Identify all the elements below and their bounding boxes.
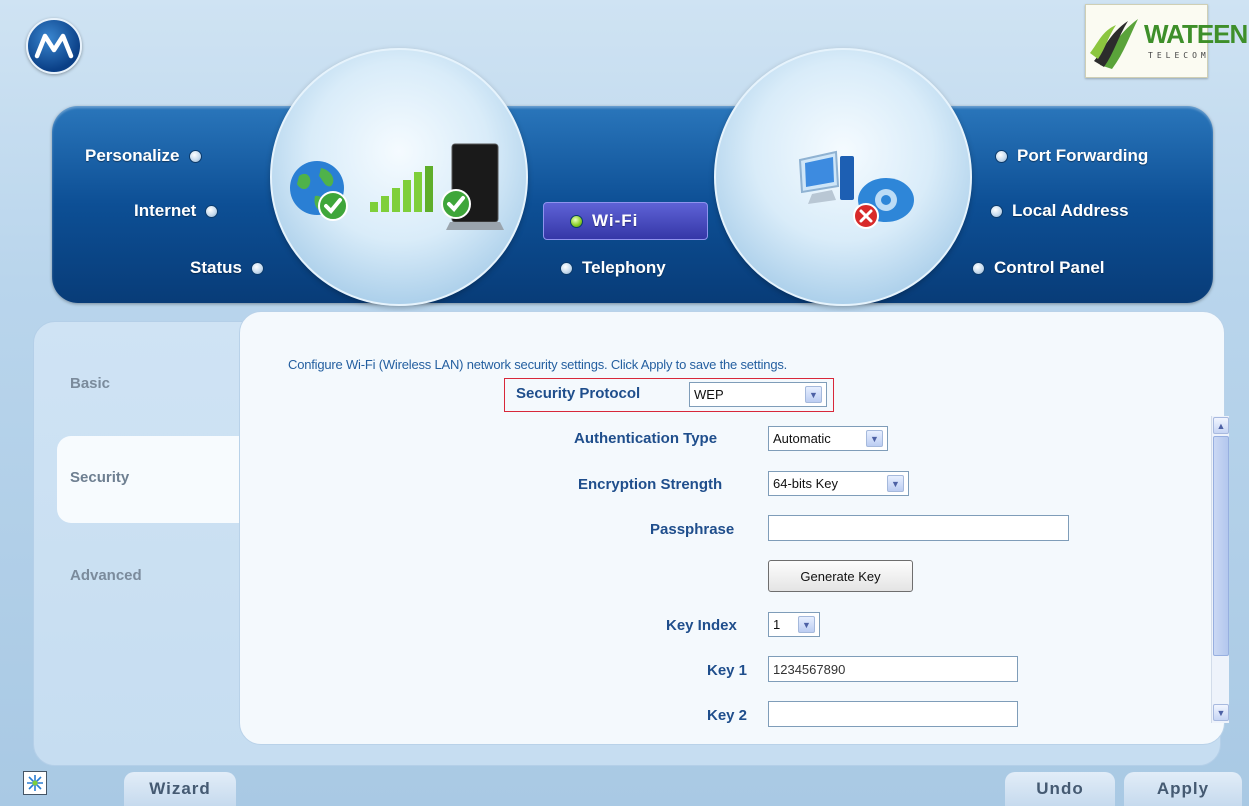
passphrase-input[interactable] <box>768 515 1069 541</box>
signal-strength-icon <box>370 166 433 212</box>
phone-error-icon <box>853 178 914 229</box>
key-index-label: Key Index <box>666 617 737 634</box>
nav-control-panel-label: Control Panel <box>994 258 1105 277</box>
nav-control-panel[interactable]: Control Panel <box>972 258 1105 278</box>
modem-check-icon <box>441 143 504 230</box>
globe-check-icon <box>290 161 348 221</box>
auth-type-value: Automatic <box>773 431 831 446</box>
key-index-value: 1 <box>773 617 781 632</box>
motorola-logo <box>26 18 82 74</box>
nav-dot-icon <box>188 149 202 163</box>
nav-port-forwarding-label: Port Forwarding <box>1017 146 1149 165</box>
brand-subtitle: TELECOM <box>1148 51 1210 60</box>
nav-personalize-label: Personalize <box>85 146 180 165</box>
chevron-down-icon: ▼ <box>866 430 883 447</box>
key2-input[interactable] <box>768 701 1018 727</box>
nav-status-label: Status <box>190 258 242 277</box>
nav-internet-label: Internet <box>134 201 197 220</box>
nav-personalize[interactable]: Personalize <box>85 146 202 166</box>
nav-dot-icon <box>250 261 264 275</box>
tab-security[interactable]: Security <box>57 436 257 523</box>
chevron-down-icon: ▼ <box>887 475 904 492</box>
nav-dot-icon <box>972 261 985 275</box>
nav-port-forwarding[interactable]: Port Forwarding <box>995 146 1148 166</box>
scrollbar-thumb[interactable] <box>1213 436 1229 656</box>
brand-name: WATEEN <box>1144 19 1248 49</box>
snowflake-icon[interactable] <box>23 771 47 795</box>
generate-key-button[interactable]: Generate Key <box>768 560 913 592</box>
nav-local-address[interactable]: Local Address <box>990 201 1129 221</box>
chevron-down-icon: ▼ <box>798 616 815 633</box>
tab-advanced[interactable]: Advanced <box>70 567 142 584</box>
nav-dot-icon <box>990 204 1003 218</box>
key1-label: Key 1 <box>707 662 748 679</box>
nav-status[interactable]: Status <box>190 258 264 278</box>
nav-dot-icon <box>560 261 573 275</box>
wateen-telecom-logo: WATEEN TELECOM <box>1085 4 1248 78</box>
wizard-button[interactable]: Wizard <box>124 772 236 806</box>
key-index-select[interactable]: 1 ▼ <box>768 612 820 637</box>
scroll-up-icon[interactable]: ▲ <box>1213 417 1229 434</box>
nav-telephony-label: Telephony <box>582 258 666 277</box>
undo-button[interactable]: Undo <box>1005 772 1115 806</box>
key1-input[interactable]: 1234567890 <box>768 656 1018 682</box>
vertical-scrollbar[interactable]: ▲ ▼ <box>1211 416 1229 723</box>
auth-type-label: Authentication Type <box>574 430 718 447</box>
encryption-strength-select[interactable]: 64-bits Key ▼ <box>768 471 909 496</box>
nav-dot-icon <box>205 204 219 218</box>
encryption-strength-value: 64-bits Key <box>773 476 839 491</box>
intro-text: Configure Wi-Fi (Wireless LAN) network s… <box>288 357 788 372</box>
nav-internet[interactable]: Internet <box>134 201 219 221</box>
nav-active-dot-icon <box>570 214 583 228</box>
security-protocol-select[interactable]: WEP ▼ <box>689 382 827 407</box>
scroll-down-icon[interactable]: ▼ <box>1213 704 1229 721</box>
apply-button[interactable]: Apply <box>1124 772 1242 806</box>
nav-telephony[interactable]: Telephony <box>560 258 666 278</box>
nav-local-address-label: Local Address <box>1012 201 1129 220</box>
security-protocol-label: Security Protocol <box>516 385 641 402</box>
security-protocol-value: WEP <box>694 387 724 402</box>
passphrase-label: Passphrase <box>650 521 735 538</box>
key2-label: Key 2 <box>707 707 748 724</box>
chevron-down-icon: ▼ <box>805 386 822 403</box>
auth-type-select[interactable]: Automatic ▼ <box>768 426 888 451</box>
tab-basic[interactable]: Basic <box>70 375 110 392</box>
encryption-strength-label: Encryption Strength <box>578 476 723 493</box>
nav-wifi-label: Wi-Fi <box>592 211 639 230</box>
nav-dot-icon <box>995 149 1008 163</box>
nav-wifi[interactable]: Wi-Fi <box>570 211 638 231</box>
